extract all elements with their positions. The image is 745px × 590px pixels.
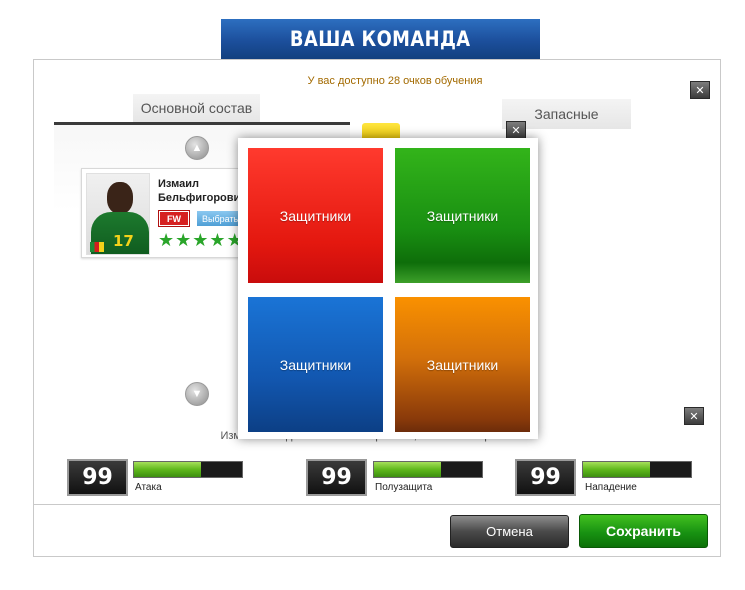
position-tile-blue[interactable]: Защитники: [248, 297, 383, 432]
close-icon[interactable]: ✕: [684, 407, 704, 425]
close-icon[interactable]: ✕: [506, 121, 526, 139]
chevron-up-icon[interactable]: ▲: [185, 136, 209, 160]
midfield-label: Полузащита: [375, 482, 433, 493]
training-points-text: У вас доступно 28 очков обучения: [307, 75, 483, 87]
player-photo: 17: [86, 173, 150, 255]
jersey-number: 17: [113, 232, 134, 250]
player-rating: ★ ★ ★ ★ ★: [158, 231, 243, 249]
save-button[interactable]: Сохранить: [579, 514, 708, 548]
team-screen: ВАША КОМАНДА У вас доступно 28 очков обу…: [0, 0, 745, 590]
star-icon: ★: [192, 230, 209, 250]
midfield-bar-fill: [374, 462, 441, 477]
player-card[interactable]: 17 Измаил Бельфигорови FW Выбрать ★ ★ ★ …: [81, 168, 256, 258]
midfield-bar: [373, 461, 483, 478]
star-icon: ★: [158, 230, 175, 250]
tab-main-squad[interactable]: Основной состав: [133, 94, 260, 122]
cancel-button[interactable]: Отмена: [450, 515, 569, 548]
star-icon: ★: [209, 230, 226, 250]
forward-bar: [582, 461, 692, 478]
chevron-down-icon[interactable]: ▼: [185, 382, 209, 406]
attack-bar: [133, 461, 243, 478]
header-banner: ВАША КОМАНДА: [221, 19, 540, 59]
position-tile-red[interactable]: Защитники: [248, 148, 383, 283]
close-icon[interactable]: ✕: [690, 81, 710, 99]
attack-label: Атака: [135, 482, 162, 493]
star-icon: ★: [175, 230, 192, 250]
position-badge: FW: [158, 210, 190, 227]
forward-label: Нападение: [585, 482, 637, 493]
midfield-value: 99: [306, 459, 367, 496]
forward-value: 99: [515, 459, 576, 496]
attack-value: 99: [67, 459, 128, 496]
attack-bar-fill: [134, 462, 201, 477]
photo-head: [107, 182, 133, 214]
cameroon-flag-icon: [90, 242, 104, 252]
position-select-modal: Защитники Защитники Защитники Защитники: [238, 138, 538, 439]
position-tile-orange[interactable]: Защитники: [395, 297, 530, 432]
forward-bar-fill: [583, 462, 650, 477]
page-title: ВАША КОМАНДА: [290, 27, 471, 51]
position-tile-green[interactable]: Защитники: [395, 148, 530, 283]
